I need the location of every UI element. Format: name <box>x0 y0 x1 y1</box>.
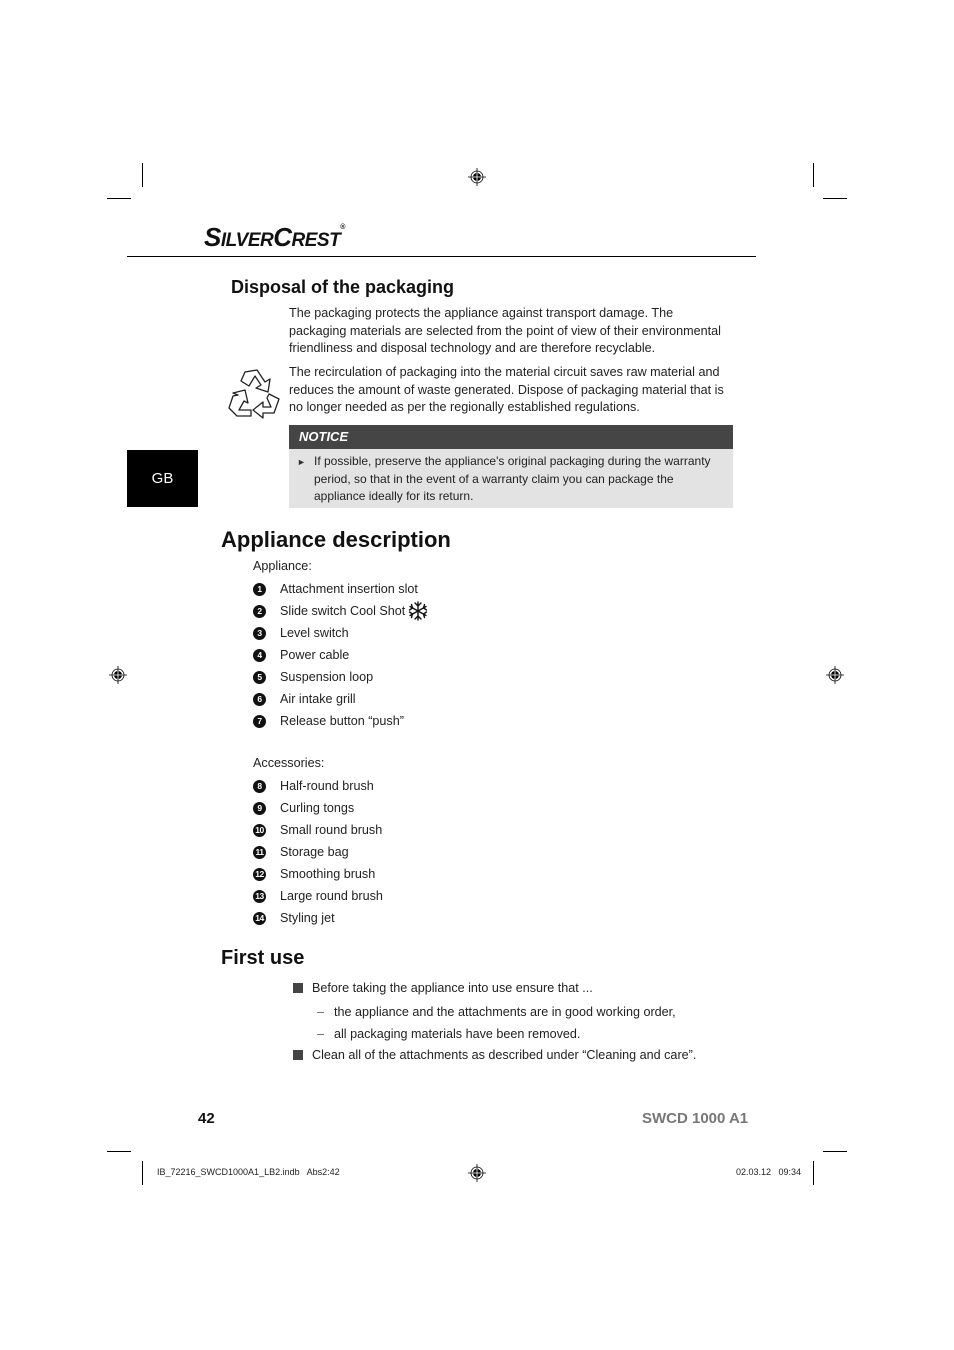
bullet-item: Clean all of the attachments as describe… <box>293 1048 696 1062</box>
dash-bullet-icon: – <box>317 1027 325 1041</box>
brand-logo: SILVERCREST® <box>204 222 345 252</box>
number-badge: 13 <box>253 889 266 903</box>
triangle-right-icon: ► <box>297 457 306 467</box>
number-badge: 6 <box>253 692 266 706</box>
appliance-label: Appliance: <box>253 559 312 573</box>
header-rule <box>127 256 756 257</box>
dash-item: – the appliance and the attachments are i… <box>317 1005 676 1019</box>
number-badge: 10 <box>253 823 266 837</box>
crop-mark <box>823 1151 847 1152</box>
crop-mark <box>813 1161 814 1185</box>
list-item: 4 Power cable <box>253 644 428 666</box>
list-item: 12 Smoothing brush <box>253 863 383 885</box>
crop-mark <box>823 198 847 199</box>
notice-text: If possible, preserve the appliance's or… <box>314 454 711 503</box>
print-slug-file: IB_72216_SWCD1000A1_LB2.indb Abs2:42 <box>157 1167 340 1177</box>
number-badge: 14 <box>253 911 266 925</box>
number-badge: 4 <box>253 648 266 662</box>
bullet-item: Before taking the appliance into use ens… <box>293 981 593 995</box>
list-item: 5 Suspension loop <box>253 666 428 688</box>
section-heading-disposal: Disposal of the packaging <box>231 277 455 297</box>
list-item: 13 Large round brush <box>253 885 383 907</box>
section-heading-appliance-description: Appliance description <box>221 527 451 552</box>
disposal-paragraph-1: The packaging protects the appliance aga… <box>289 306 721 356</box>
number-badge: 1 <box>253 582 266 596</box>
dash-bullet-icon: – <box>317 1005 325 1019</box>
appliance-list: 1 Attachment insertion slot 2 Slide switch… <box>253 578 428 732</box>
language-tab: GB <box>127 450 198 507</box>
number-badge: 2 <box>253 604 266 618</box>
registration-mark-icon <box>468 168 486 186</box>
crop-mark <box>107 1151 131 1152</box>
section-heading-first-use: First use <box>221 947 305 969</box>
notice-label: NOTICE <box>289 425 733 449</box>
list-item: 10 Small round brush <box>253 819 383 841</box>
dash-item: – all packaging materials have been remov… <box>317 1027 581 1041</box>
list-item: 14 Styling jet <box>253 907 383 929</box>
notice-body: ► If possible, preserve the appliance's … <box>289 449 733 506</box>
model-number: SWCD 1000 A1 <box>642 1110 749 1127</box>
page-number: 42 <box>198 1110 215 1127</box>
number-badge: 8 <box>253 779 266 793</box>
number-badge: 5 <box>253 670 266 684</box>
list-item: 3 Level switch <box>253 622 428 644</box>
print-slug-date: 02.03.12 09:34 <box>736 1167 802 1177</box>
crop-mark <box>813 163 814 187</box>
recycle-icon <box>228 369 280 419</box>
registration-mark-icon <box>468 1164 486 1182</box>
disposal-paragraph-2: The recirculation of packaging into the … <box>289 365 724 415</box>
accessories-label: Accessories: <box>253 756 325 770</box>
accessories-list: 8 Half-round brush 9 Curling tongs 10 Small… <box>253 775 383 929</box>
registration-mark-icon <box>109 666 127 684</box>
list-item: 9 Curling tongs <box>253 797 383 819</box>
crop-mark <box>107 198 131 199</box>
crop-mark <box>142 163 143 187</box>
number-badge: 12 <box>253 867 266 881</box>
list-item: 2 Slide switch Cool Shot <box>253 600 428 622</box>
square-bullet-icon <box>293 983 303 993</box>
notice-box: NOTICE ► If possible, preserve the appli… <box>289 425 733 508</box>
number-badge: 3 <box>253 626 266 640</box>
list-item: 8 Half-round brush <box>253 775 383 797</box>
registration-mark-icon <box>826 666 844 684</box>
number-badge: 11 <box>253 845 266 859</box>
list-item: 6 Air intake grill <box>253 688 428 710</box>
list-item: 11 Storage bag <box>253 841 383 863</box>
crop-mark <box>142 1161 143 1185</box>
number-badge: 9 <box>253 801 266 815</box>
number-badge: 7 <box>253 714 266 728</box>
list-item: 1 Attachment insertion slot <box>253 578 428 600</box>
square-bullet-icon <box>293 1050 303 1060</box>
snowflake-icon <box>409 601 428 621</box>
list-item: 7 Release button “push” <box>253 710 428 732</box>
